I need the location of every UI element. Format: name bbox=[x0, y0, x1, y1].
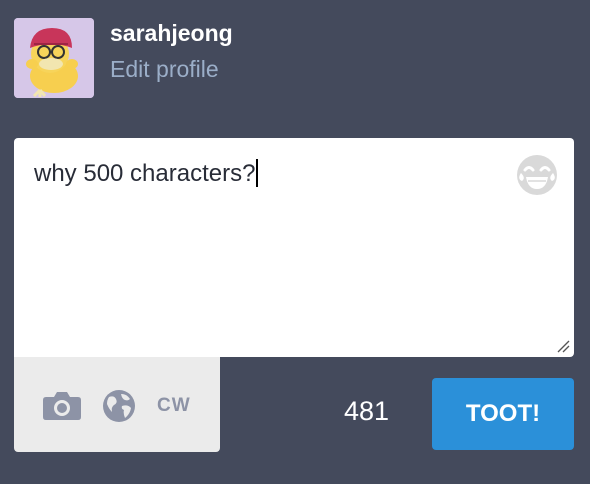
content-warning-button[interactable]: CW bbox=[157, 395, 191, 417]
psyduck-avatar-image bbox=[14, 18, 94, 98]
compose-text-content: why 500 characters? bbox=[34, 158, 259, 190]
laughing-emoji-icon[interactable] bbox=[516, 154, 558, 196]
camera-icon[interactable] bbox=[42, 391, 82, 421]
resize-handle[interactable] bbox=[556, 339, 570, 353]
globe-icon[interactable] bbox=[102, 389, 136, 423]
compose-tools-panel: CW bbox=[14, 357, 220, 452]
compose-textarea[interactable]: why 500 characters? bbox=[14, 138, 574, 357]
toot-button[interactable]: TOOT! bbox=[432, 378, 574, 450]
edit-profile-link[interactable]: Edit profile bbox=[110, 56, 219, 83]
character-counter: 481 bbox=[344, 396, 390, 426]
avatar[interactable] bbox=[14, 18, 94, 98]
compose-text: why 500 characters? bbox=[34, 160, 256, 187]
username: sarahjeong bbox=[110, 20, 233, 46]
text-caret bbox=[256, 159, 259, 187]
